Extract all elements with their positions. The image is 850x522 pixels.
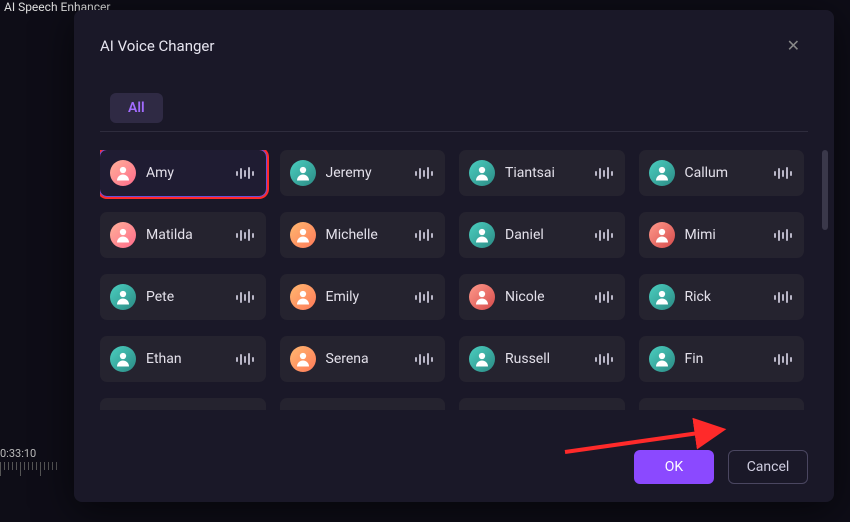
avatar-icon [469, 160, 495, 186]
audio-wave-icon[interactable] [236, 290, 254, 304]
avatar-icon [469, 222, 495, 248]
avatar-icon [290, 160, 316, 186]
voice-name: Mimi [685, 227, 775, 243]
voice-card[interactable]: Jeremy [280, 150, 446, 196]
voice-name: Michelle [326, 227, 416, 243]
timeline: 0:33:10 [0, 447, 57, 476]
voice-name: Fin [685, 351, 775, 367]
avatar-icon [649, 346, 675, 372]
voice-card[interactable]: Daniel [459, 212, 625, 258]
voice-name: Callum [685, 165, 775, 181]
avatar-icon [290, 222, 316, 248]
scrollbar-thumb[interactable] [822, 150, 828, 230]
audio-wave-icon[interactable] [595, 228, 613, 242]
audio-wave-icon[interactable] [415, 290, 433, 304]
tab-row: All [100, 93, 808, 132]
voice-card[interactable]: Callum [639, 150, 805, 196]
voice-name: Russell [505, 351, 595, 367]
modal-footer: OK Cancel [100, 450, 808, 484]
avatar-icon [649, 222, 675, 248]
close-icon[interactable]: ✕ [779, 32, 808, 59]
voice-card[interactable]: Nicole [459, 274, 625, 320]
voice-card[interactable]: Fin [639, 336, 805, 382]
audio-wave-icon[interactable] [236, 352, 254, 366]
audio-wave-icon[interactable] [236, 228, 254, 242]
audio-wave-icon[interactable] [415, 352, 433, 366]
avatar-icon [290, 346, 316, 372]
ok-button[interactable]: OK [634, 450, 714, 484]
tab-all[interactable]: All [110, 93, 163, 123]
voice-card[interactable]: Pete [100, 274, 266, 320]
audio-wave-icon[interactable] [236, 166, 254, 180]
avatar-icon [469, 284, 495, 310]
voice-name: Matilda [146, 227, 236, 243]
audio-wave-icon[interactable] [595, 352, 613, 366]
voice-name: Serena [326, 351, 416, 367]
voice-name: Pete [146, 289, 236, 305]
voice-card[interactable]: Mimi [639, 212, 805, 258]
modal-title: AI Voice Changer [100, 37, 214, 55]
voice-card[interactable]: Emily [280, 274, 446, 320]
voice-card[interactable]: Tiantsai [459, 150, 625, 196]
avatar-icon [649, 284, 675, 310]
audio-wave-icon[interactable] [595, 290, 613, 304]
voice-row-peek [100, 398, 804, 410]
modal-header: AI Voice Changer ✕ [100, 32, 808, 59]
voice-card[interactable]: Serena [280, 336, 446, 382]
scrollbar[interactable] [822, 150, 828, 410]
audio-wave-icon[interactable] [774, 228, 792, 242]
voice-card[interactable]: Ethan [100, 336, 266, 382]
cancel-button[interactable]: Cancel [728, 450, 808, 484]
voice-card[interactable]: Michelle [280, 212, 446, 258]
voice-card[interactable]: Amy [100, 150, 266, 196]
voice-name: Daniel [505, 227, 595, 243]
audio-wave-icon[interactable] [415, 228, 433, 242]
voice-card[interactable]: Russell [459, 336, 625, 382]
avatar-icon [110, 160, 136, 186]
audio-wave-icon[interactable] [415, 166, 433, 180]
voice-name: Nicole [505, 289, 595, 305]
avatar-icon [110, 222, 136, 248]
voice-grid: Amy Jeremy Tiantsai Callum Matilda Michelle Da… [100, 150, 808, 436]
timeline-ticks [0, 462, 57, 476]
timeline-time: 0:33:10 [0, 447, 57, 460]
voice-card[interactable]: Rick [639, 274, 805, 320]
voice-changer-modal: AI Voice Changer ✕ All Amy Jeremy Tiantsai… [74, 10, 834, 502]
audio-wave-icon[interactable] [774, 166, 792, 180]
avatar-icon [469, 346, 495, 372]
voice-name: Jeremy [326, 165, 416, 181]
avatar-icon [110, 284, 136, 310]
voice-name: Emily [326, 289, 416, 305]
audio-wave-icon[interactable] [774, 290, 792, 304]
avatar-icon [110, 346, 136, 372]
avatar-icon [649, 160, 675, 186]
voice-name: Tiantsai [505, 165, 595, 181]
audio-wave-icon[interactable] [595, 166, 613, 180]
audio-wave-icon[interactable] [774, 352, 792, 366]
avatar-icon [290, 284, 316, 310]
voice-name: Rick [685, 289, 775, 305]
voice-name: Ethan [146, 351, 236, 367]
voice-card[interactable]: Matilda [100, 212, 266, 258]
voice-name: Amy [146, 165, 236, 181]
